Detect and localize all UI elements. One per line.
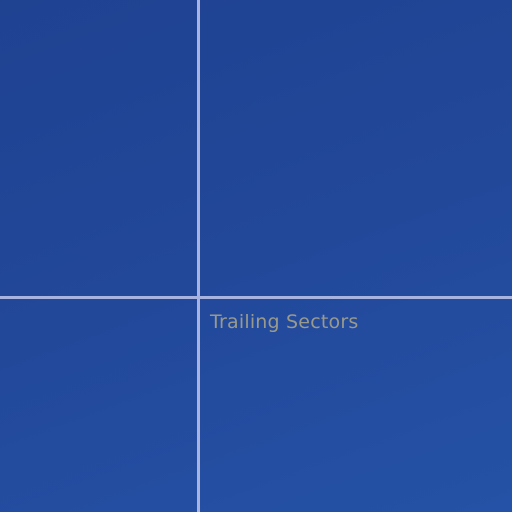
quadrant-label-trailing-sectors: Trailing Sectors <box>210 311 359 333</box>
quadrant-chart-canvas: Trailing Sectors <box>0 0 512 512</box>
vertical-axis-line <box>197 0 200 512</box>
horizontal-axis-line <box>0 296 512 299</box>
